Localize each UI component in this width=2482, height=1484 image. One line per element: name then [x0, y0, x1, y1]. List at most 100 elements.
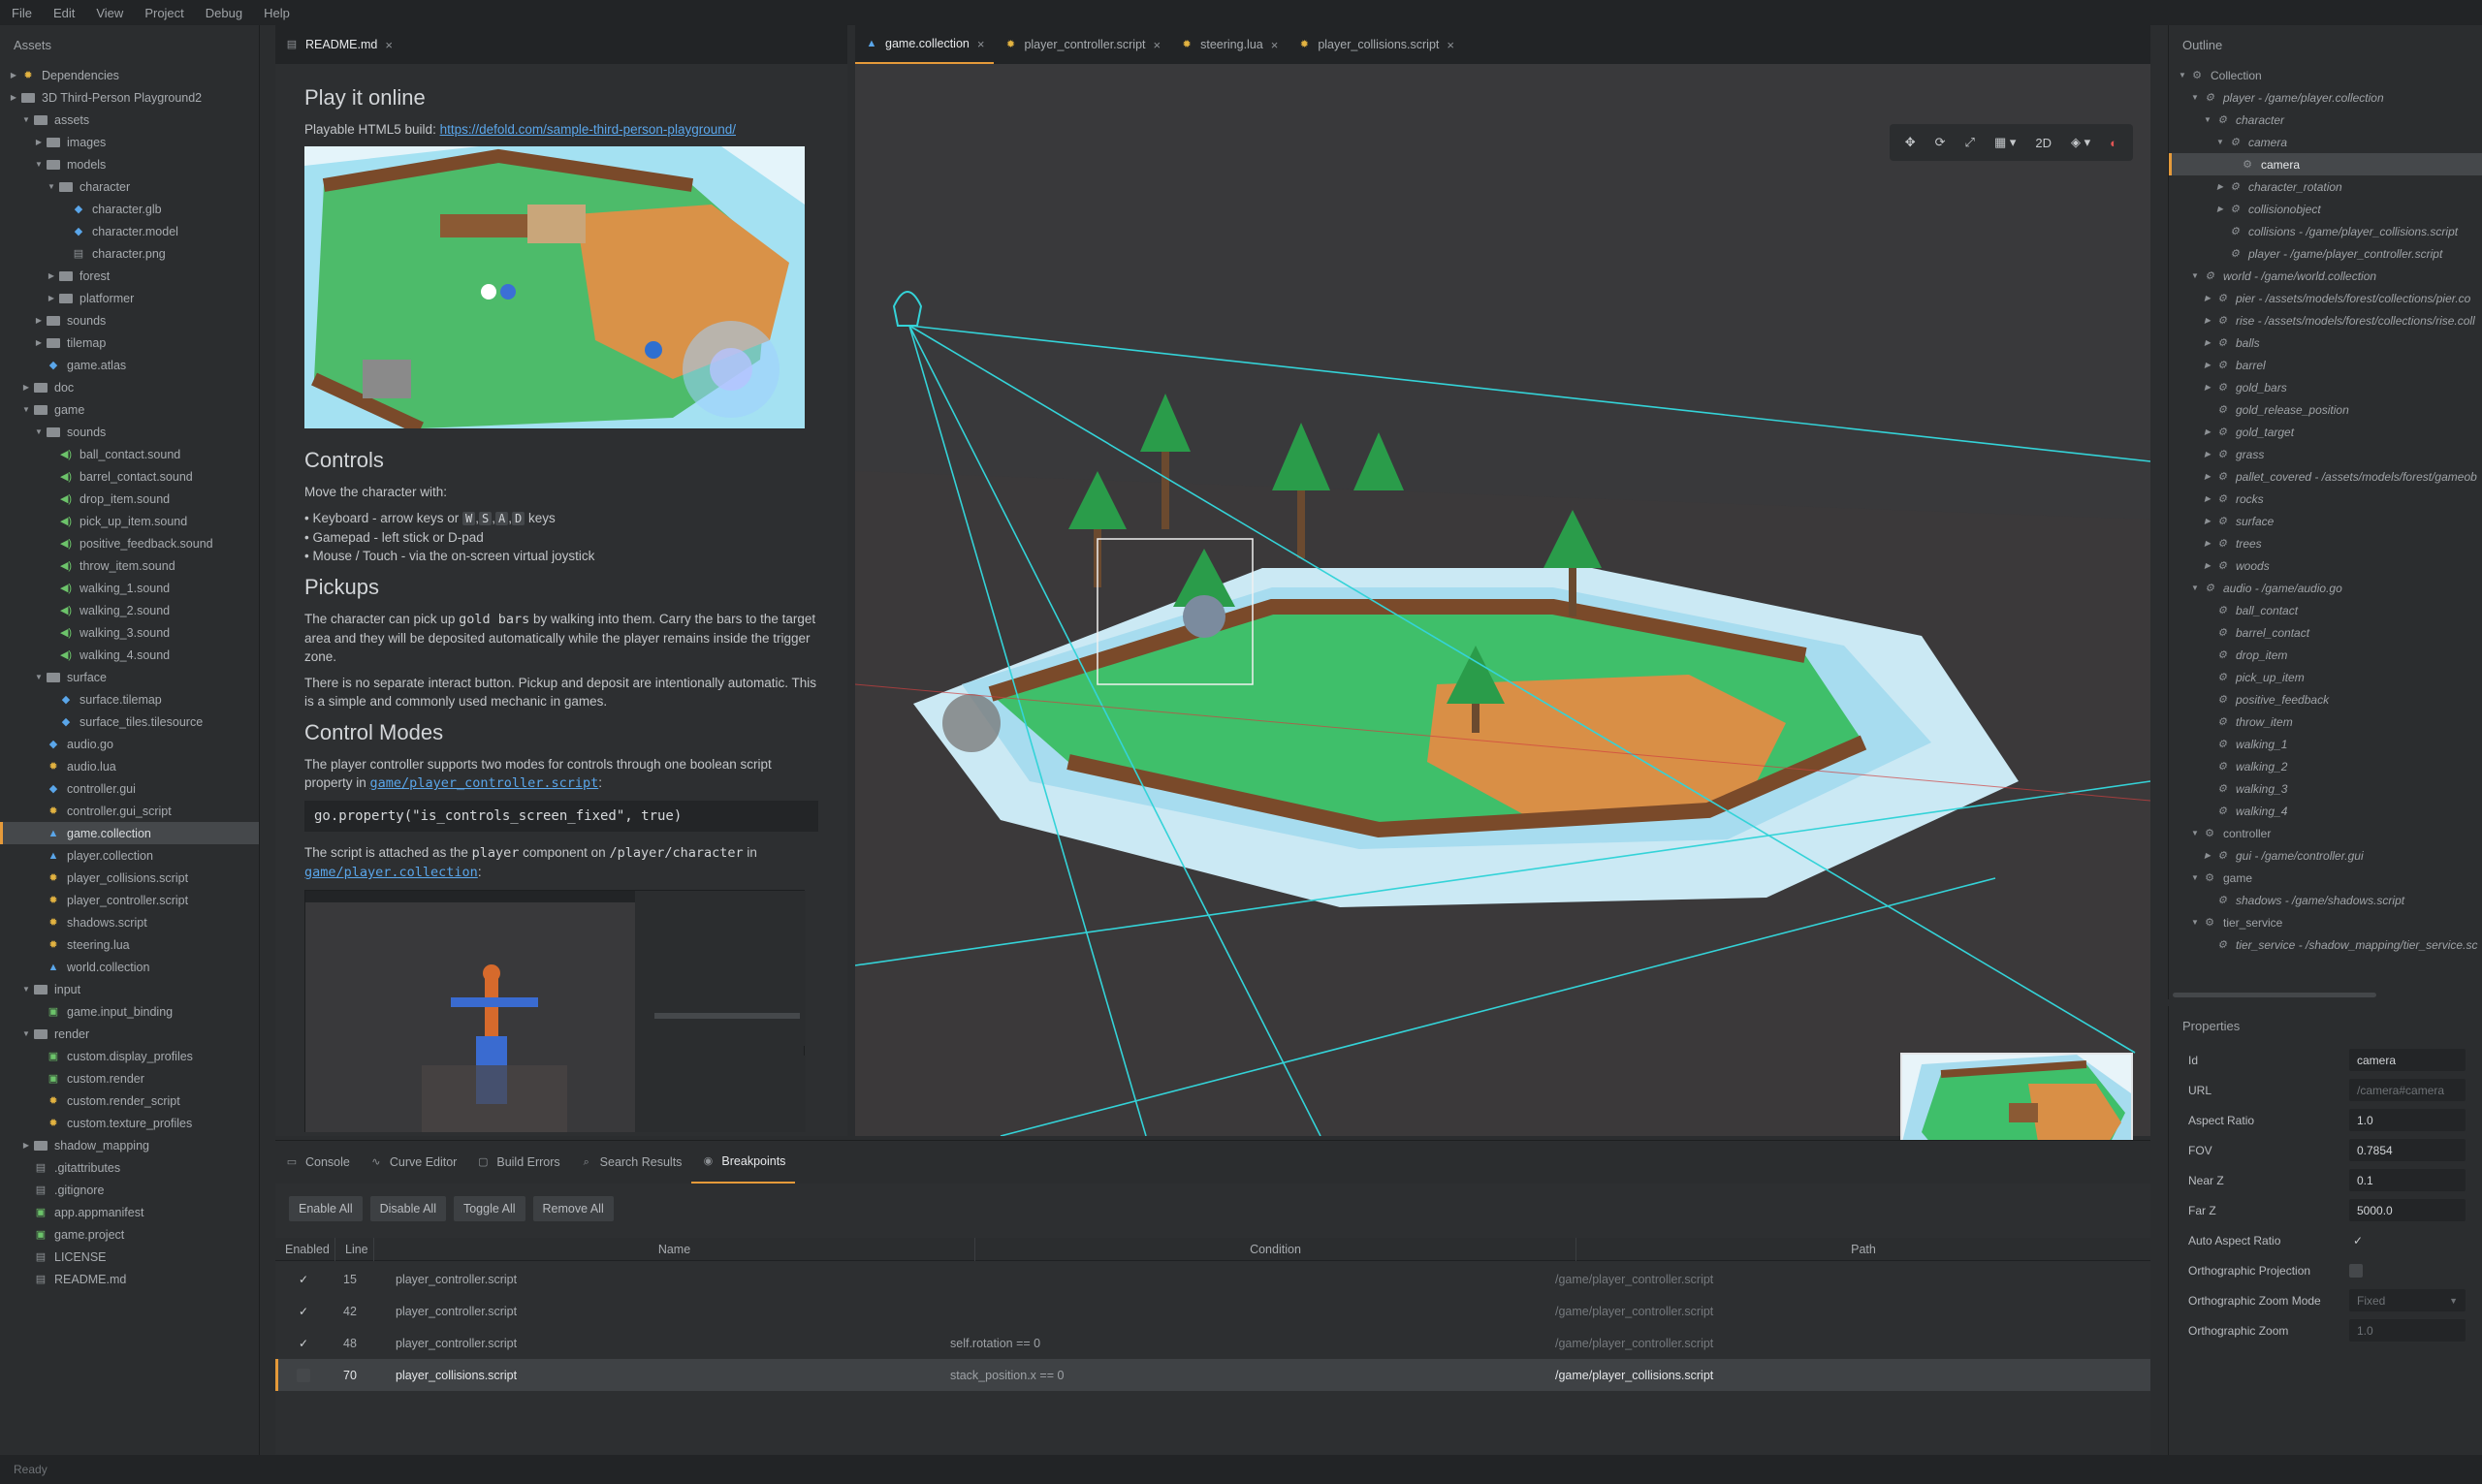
move-tool-icon[interactable]: ✥	[1905, 135, 1916, 150]
scene-view[interactable]: ✥ ⟳ ⤢ ▦ ▾ 2D ◈ ▾ ◐	[854, 64, 2151, 1183]
enabled-checkbox[interactable]	[297, 1368, 310, 1382]
caret-right-icon[interactable]: ▶	[2202, 539, 2213, 548]
checkmark-icon[interactable]: ✓	[2353, 1234, 2366, 1247]
outline-item[interactable]: ▶ ⚙ grass	[2169, 443, 2482, 465]
caret-right-icon[interactable]: ▶	[2202, 561, 2213, 570]
outline-item[interactable]: ⚙ drop_item	[2169, 644, 2482, 666]
outline-item[interactable]: ▼ ⚙ Collection	[2169, 64, 2482, 86]
outline-item[interactable]: ▶ ⚙ character_rotation	[2169, 175, 2482, 198]
outline-item[interactable]: ▶ ⚙ pier - /assets/models/forest/collectio…	[2169, 287, 2482, 309]
asset-item[interactable]: ▶ sounds	[0, 309, 259, 332]
table-row[interactable]: ✓ 15 player_controller.script/game/player_…	[275, 1263, 2150, 1295]
outline-item[interactable]: ⚙ collisions - /game/player_collisions.sc…	[2169, 220, 2482, 242]
caret-right-icon[interactable]: ▶	[2202, 851, 2213, 860]
asset-item[interactable]: ▲ player.collection	[0, 844, 259, 867]
outline-item[interactable]: ▶ ⚙ woods	[2169, 554, 2482, 577]
caret-down-icon[interactable]: ▼	[46, 182, 57, 191]
asset-item[interactable]: ▤ .gitignore	[0, 1179, 259, 1201]
tab-search-results[interactable]: ⌕ Search Results	[570, 1141, 692, 1184]
outline-item[interactable]: ⚙ walking_1	[2169, 733, 2482, 755]
enabled-checkbox[interactable]: ✓	[297, 1273, 310, 1286]
caret-down-icon[interactable]: ▼	[2189, 829, 2201, 837]
table-row[interactable]: ✓ 48 player_controller.script self.rotation…	[275, 1327, 2150, 1359]
outline-item[interactable]: ▶ ⚙ barrel	[2169, 354, 2482, 376]
asset-item[interactable]: ▣ custom.render	[0, 1067, 259, 1089]
caret-right-icon[interactable]: ▶	[46, 271, 57, 280]
menu-project[interactable]: Project	[144, 6, 183, 20]
caret-down-icon[interactable]: ▼	[2189, 584, 2201, 592]
outline-item[interactable]: ⚙ gold_release_position	[2169, 398, 2482, 421]
outline-item[interactable]: ▼ ⚙ audio - /game/audio.go	[2169, 577, 2482, 599]
outline-item[interactable]: ⚙ walking_2	[2169, 755, 2482, 777]
col-enabled[interactable]: Enabled	[275, 1238, 335, 1261]
enabled-checkbox[interactable]: ✓	[297, 1337, 310, 1350]
outline-item[interactable]: ▼ ⚙ controller	[2169, 822, 2482, 844]
outline-item[interactable]: ▶ ⚙ trees	[2169, 532, 2482, 554]
toggle-all-button[interactable]: Toggle All	[453, 1196, 525, 1221]
outline-item[interactable]: ⚙ camera	[2169, 153, 2482, 175]
caret-right-icon[interactable]: ▶	[20, 1141, 32, 1150]
property-value-field[interactable]: 0.7854	[2349, 1139, 2466, 1161]
condition-cell[interactable]: stack_position.x == 0	[950, 1369, 1064, 1382]
tab-curve-editor[interactable]: ∿ Curve Editor	[360, 1141, 466, 1184]
caret-down-icon[interactable]: ▼	[2189, 873, 2201, 882]
asset-item[interactable]: ✹ steering.lua	[0, 933, 259, 956]
asset-item[interactable]: ✹ player_controller.script	[0, 889, 259, 911]
caret-right-icon[interactable]: ▶	[2202, 316, 2213, 325]
caret-right-icon[interactable]: ▶	[2202, 450, 2213, 458]
player-controller-link[interactable]: game/player_controller.script	[370, 775, 599, 791]
asset-item[interactable]: ▤ LICENSE	[0, 1246, 259, 1268]
asset-item[interactable]: ✹ audio.lua	[0, 755, 259, 777]
scale-tool-icon[interactable]: ⤢	[1965, 135, 1975, 150]
caret-down-icon[interactable]: ▼	[2189, 271, 2201, 280]
asset-item[interactable]: ▣ custom.display_profiles	[0, 1045, 259, 1067]
caret-down-icon[interactable]: ▼	[33, 673, 45, 681]
asset-item[interactable]: ▲ game.collection	[0, 822, 259, 844]
asset-item[interactable]: ▶ ✹ Dependencies	[0, 64, 259, 86]
caret-down-icon[interactable]: ▼	[33, 427, 45, 436]
outline-item[interactable]: ⚙ walking_3	[2169, 777, 2482, 800]
caret-down-icon[interactable]: ▼	[2177, 71, 2188, 79]
outline-item[interactable]: ⚙ barrel_contact	[2169, 621, 2482, 644]
caret-down-icon[interactable]: ▼	[2214, 138, 2226, 146]
property-value-field[interactable]: 5000.0	[2349, 1199, 2466, 1221]
col-line[interactable]: Line	[335, 1238, 374, 1261]
close-icon[interactable]: ×	[1154, 38, 1161, 52]
outline-item[interactable]: ▶ ⚙ gold_bars	[2169, 376, 2482, 398]
outline-item[interactable]: ▼ ⚙ tier_service	[2169, 911, 2482, 933]
outline-item[interactable]: ▶ ⚙ surface	[2169, 510, 2482, 532]
outline-item[interactable]: ▼ ⚙ camera	[2169, 131, 2482, 153]
asset-item[interactable]: ▶ forest	[0, 265, 259, 287]
tab-build-errors[interactable]: ▢ Build Errors	[466, 1141, 569, 1184]
asset-item[interactable]: ◀) ball_contact.sound	[0, 443, 259, 465]
outline-item[interactable]: ⚙ ball_contact	[2169, 599, 2482, 621]
outline-item[interactable]: ▶ ⚙ pallet_covered - /assets/models/forest…	[2169, 465, 2482, 488]
close-icon[interactable]: ×	[1447, 38, 1454, 52]
outline-item[interactable]: ⚙ shadows - /game/shadows.script	[2169, 889, 2482, 911]
asset-item[interactable]: ▼ assets	[0, 109, 259, 131]
mode-2d-toggle[interactable]: 2D	[2035, 136, 2052, 150]
caret-right-icon[interactable]: ▶	[33, 138, 45, 146]
tab-console[interactable]: ▭ Console	[275, 1141, 360, 1184]
caret-down-icon[interactable]: ▼	[2189, 93, 2201, 102]
menu-file[interactable]: File	[12, 6, 32, 20]
menu-debug[interactable]: Debug	[206, 6, 242, 20]
caret-right-icon[interactable]: ▶	[8, 71, 19, 79]
asset-item[interactable]: ▶ platformer	[0, 287, 259, 309]
condition-cell[interactable]: self.rotation == 0	[950, 1337, 1040, 1350]
asset-item[interactable]: ▤ .gitattributes	[0, 1156, 259, 1179]
asset-item[interactable]: ▲ world.collection	[0, 956, 259, 978]
caret-down-icon[interactable]: ▼	[2189, 918, 2201, 927]
remove-all-button[interactable]: Remove All	[532, 1196, 614, 1221]
outline-item[interactable]: ▶ ⚙ gold_target	[2169, 421, 2482, 443]
asset-item[interactable]: ✹ player_collisions.script	[0, 867, 259, 889]
property-value-field[interactable]: 0.1	[2349, 1169, 2466, 1191]
ortho-zoom-field[interactable]: 1.0	[2349, 1319, 2466, 1342]
caret-right-icon[interactable]: ▶	[2202, 427, 2213, 436]
caret-right-icon[interactable]: ▶	[2202, 338, 2213, 347]
asset-item[interactable]: ◆ audio.go	[0, 733, 259, 755]
outline-scrollbar[interactable]	[2173, 993, 2376, 997]
outline-item[interactable]: ⚙ pick_up_item	[2169, 666, 2482, 688]
asset-item[interactable]: ◆ game.atlas	[0, 354, 259, 376]
caret-right-icon[interactable]: ▶	[2202, 494, 2213, 503]
